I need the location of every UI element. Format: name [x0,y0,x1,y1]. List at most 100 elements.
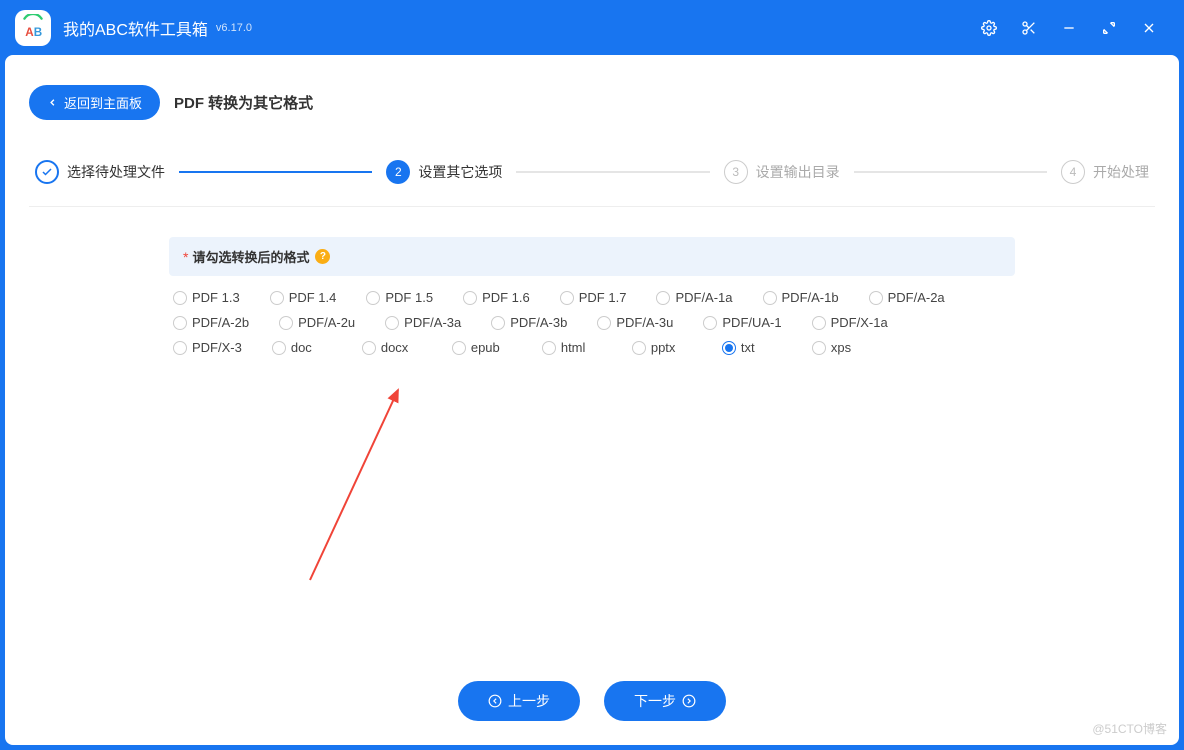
radio-label: PDF 1.7 [579,290,627,305]
radio-circle-icon [542,341,556,355]
step-circle: 2 [386,160,410,184]
radio-label: PDF/A-1b [782,290,839,305]
format-radio-pdf-1-5[interactable]: PDF 1.5 [366,290,463,305]
format-radio-pdf-a-3u[interactable]: PDF/A-3u [597,315,703,330]
titlebar: A B 我的ABC软件工具箱 v6.17.0 [0,0,1184,55]
format-radio-pdf-a-1b[interactable]: PDF/A-1b [763,290,869,305]
format-radio-epub[interactable]: epub [452,340,542,355]
radio-circle-icon [763,291,777,305]
radio-label: PDF/A-3u [616,315,673,330]
section-title: 请勾选转换后的格式 [192,247,309,266]
format-radio-txt[interactable]: txt [722,340,812,355]
minimize-icon[interactable] [1049,8,1089,48]
back-button[interactable]: 返回到主面板 [29,85,160,120]
page-title: PDF 转换为其它格式 [174,92,313,113]
section-header: * 请勾选转换后的格式 ? [169,237,1015,276]
format-radio-pdf-a-3b[interactable]: PDF/A-3b [491,315,597,330]
radio-label: epub [471,340,500,355]
radio-label: PDF/A-3a [404,315,461,330]
step-label: 设置输出目录 [756,162,840,182]
next-button-label: 下一步 [634,691,676,711]
radio-label: PDF 1.3 [192,290,240,305]
radio-label: doc [291,340,312,355]
step-label: 选择待处理文件 [67,162,165,182]
radio-circle-icon [632,341,646,355]
maximize-icon[interactable] [1089,8,1129,48]
arrow-annotation [300,385,420,585]
step-1[interactable]: 选择待处理文件 [35,160,165,184]
close-icon[interactable] [1129,8,1169,48]
back-button-label: 返回到主面板 [64,93,142,112]
prev-button-label: 上一步 [508,691,550,711]
format-radio-pdf-1-6[interactable]: PDF 1.6 [463,290,560,305]
required-mark: * [183,249,188,265]
prev-button[interactable]: 上一步 [458,681,580,721]
radio-circle-icon [812,316,826,330]
format-radio-pdf-a-2b[interactable]: PDF/A-2b [173,315,279,330]
radio-circle-icon [491,316,505,330]
content-area: * 请勾选转换后的格式 ? PDF 1.3PDF 1.4PDF 1.5PDF 1… [29,207,1155,355]
svg-text:A: A [25,25,34,38]
footer: 上一步 下一步 [5,681,1179,721]
radio-label: PDF 1.4 [289,290,337,305]
radio-label: txt [741,340,755,355]
format-radio-pdf-a-1a[interactable]: PDF/A-1a [656,290,762,305]
step-label: 设置其它选项 [418,162,502,182]
radio-circle-icon [560,291,574,305]
header-row: 返回到主面板 PDF 转换为其它格式 [29,85,1155,120]
format-radio-grid: PDF 1.3 PDF 1.4 PDF 1.5 PDF 1.6 PDF 1.7 PDF/A… [169,290,1015,355]
format-radio-pdf-a-2a[interactable]: PDF/A-2a [869,290,975,305]
radio-circle-icon [272,341,286,355]
format-radio-docx[interactable]: docx [362,340,452,355]
step-3[interactable]: 3 设置输出目录 [724,160,840,184]
chevron-left-circle-icon [488,694,502,708]
app-logo: A B [15,10,51,46]
radio-label: PDF/A-1a [675,290,732,305]
radio-label: PDF/UA-1 [722,315,781,330]
radio-circle-icon [597,316,611,330]
step-circle [35,160,59,184]
format-radio-pdf-ua-1[interactable]: PDF/UA-1 [703,315,811,330]
step-circle: 3 [724,160,748,184]
help-icon[interactable]: ? [315,249,330,264]
app-version: v6.17.0 [216,22,252,34]
radio-label: PDF/X-3 [192,340,242,355]
format-radio-pdf-x-3[interactable]: PDF/X-3 [173,340,272,355]
format-radio-pptx[interactable]: pptx [632,340,722,355]
next-button[interactable]: 下一步 [604,681,726,721]
format-radio-html[interactable]: html [542,340,632,355]
chevron-left-icon [47,97,58,108]
radio-label: PDF 1.6 [482,290,530,305]
step-2[interactable]: 2 设置其它选项 [386,160,502,184]
format-radio-pdf-a-3a[interactable]: PDF/A-3a [385,315,491,330]
radio-label: PDF/A-2b [192,315,249,330]
radio-circle-icon [703,316,717,330]
app-title: 我的ABC软件工具箱 [63,16,208,40]
step-line [179,171,372,173]
radio-label: html [561,340,586,355]
format-radio-pdf-1-7[interactable]: PDF 1.7 [560,290,657,305]
step-4[interactable]: 4开始处理 [1061,160,1149,184]
format-radio-pdf-x-1a[interactable]: PDF/X-1a [812,315,918,330]
radio-circle-icon [173,341,187,355]
radio-circle-icon [656,291,670,305]
format-radio-pdf-a-2u[interactable]: PDF/A-2u [279,315,385,330]
radio-label: PDF 1.5 [385,290,433,305]
radio-label: docx [381,340,408,355]
step-line [854,171,1047,173]
radio-circle-icon [869,291,883,305]
step-label: 开始处理 [1093,162,1149,182]
settings-icon[interactable] [969,8,1009,48]
radio-label: PDF/A-2u [298,315,355,330]
scissors-icon[interactable] [1009,8,1049,48]
svg-text:B: B [34,25,42,38]
watermark: @51CTO博客 [1092,720,1167,737]
format-radio-pdf-1-4[interactable]: PDF 1.4 [270,290,367,305]
format-radio-xps[interactable]: xps [812,340,902,355]
radio-circle-icon [173,316,187,330]
format-radio-doc[interactable]: doc [272,340,362,355]
radio-circle-icon [463,291,477,305]
format-radio-pdf-1-3[interactable]: PDF 1.3 [173,290,270,305]
radio-circle-icon [722,341,736,355]
stepper: 选择待处理文件 2 设置其它选项 3 设置输出目录 4开始处理 [29,160,1155,207]
